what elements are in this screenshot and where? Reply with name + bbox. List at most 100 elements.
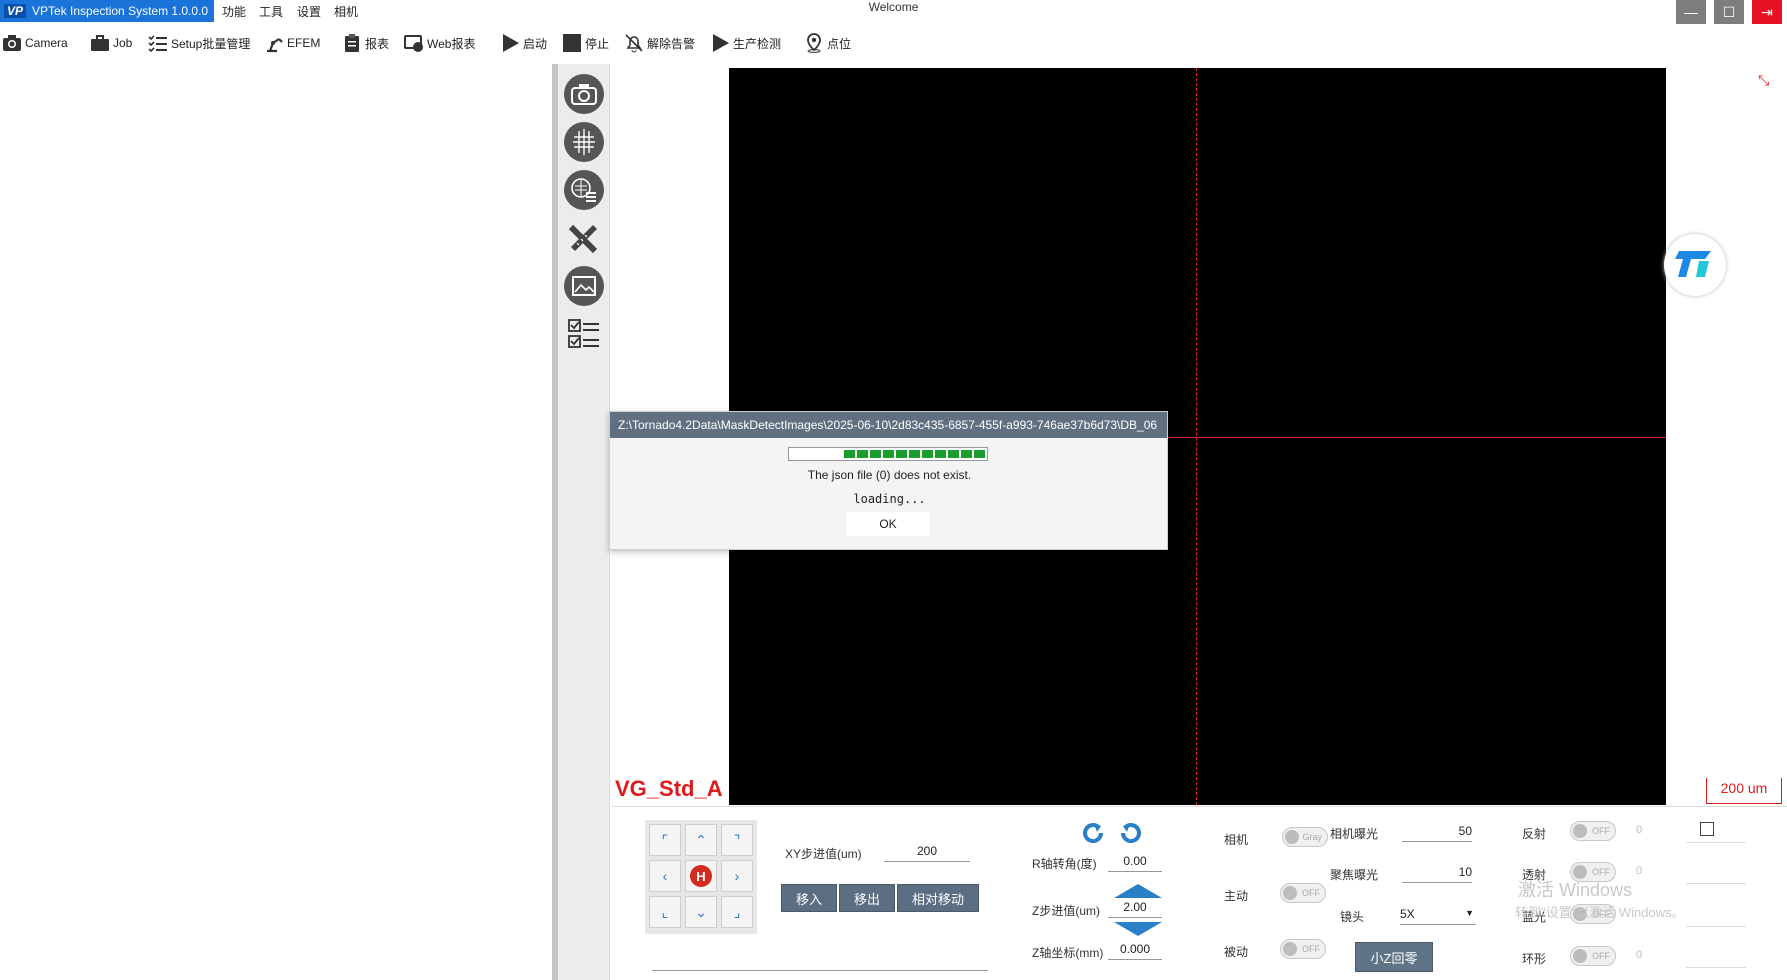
relative-move-button[interactable]: 相对移动 [897,884,979,912]
camera-exposure-input[interactable]: 50 [1402,822,1472,842]
arrow-right-icon: › [734,868,740,884]
play-icon [503,34,519,52]
side-checklist-button[interactable] [564,314,604,354]
toolbar-web-report-label: Web报表 [427,36,476,51]
toolbar: Camera Job Setup批量管理 EFEM 报表 Web报表 启动 停止… [0,26,1787,60]
ring-light-label: 环形 [1522,952,1547,966]
toolbar-camera[interactable]: Camera [2,30,68,56]
rotate-ccw-icon[interactable] [1080,820,1106,846]
maximize-button[interactable]: ☐ [1714,0,1744,24]
floating-app-button[interactable] [1664,234,1726,296]
dialog-title: Z:\Tornado4.2Data\MaskDetectImages\2025-… [610,412,1167,438]
z-step-input[interactable]: 2.00 [1108,898,1162,918]
lens-value: 5X [1400,907,1415,921]
ok-button[interactable]: OK [846,512,930,536]
blue-slider-line [1686,926,1746,927]
clipboard-icon [345,34,359,52]
ring-light-toggle[interactable]: OFF [1570,946,1616,966]
z-coord-input[interactable]: 0.000 [1108,940,1162,960]
toolbar-efem[interactable]: EFEM [264,30,320,56]
toolbar-setup[interactable]: Setup批量管理 [148,30,250,56]
camera-exposure-label: 相机曝光 [1330,827,1379,841]
expand-icon[interactable]: ⤡ [1758,72,1769,89]
web-icon [404,35,423,52]
menu-settings[interactable]: 设置 [297,3,321,20]
jog-up-left-button[interactable]: ⌜ [649,824,681,856]
side-grid-button[interactable] [564,122,604,162]
progress-segment [961,450,972,458]
toolbar-clear-alarm[interactable]: 解除告警 [624,30,695,56]
ring-slider-line [1686,967,1746,968]
stop-icon [563,34,581,52]
exit-icon: ⇥ [1761,3,1773,20]
minimize-button[interactable]: — [1676,0,1706,24]
arrow-down-icon: ⌄ [695,903,707,920]
jog-right-button[interactable]: › [721,860,753,892]
reflect-slider-line [1686,842,1746,843]
ring-light-toggle-text: OFF [1592,951,1610,961]
reflect-toggle-text: OFF [1592,826,1610,836]
ruler-pencil-icon [568,224,598,254]
small-z-home-button[interactable]: 小Z回零 [1355,942,1433,972]
progress-segment [909,450,920,458]
passive-toggle[interactable]: OFF [1280,939,1326,959]
toolbar-camera-label: Camera [25,36,68,50]
arrow-down-left-icon: ⌞ [661,903,669,920]
z-coord-label: Z轴坐标(mm) [1032,946,1104,960]
lens-select[interactable]: 5X ▼ [1400,905,1476,925]
image-icon [572,276,596,296]
briefcase-icon [91,35,109,51]
app-logo-icon: VP [4,4,27,18]
arrow-up-left-icon: ⌜ [661,831,669,848]
menu-tools[interactable]: 工具 [259,3,283,20]
close-button[interactable]: ⇥ [1752,0,1782,24]
progress-segment [844,450,855,458]
toolbar-stop[interactable]: 停止 [562,30,609,56]
minimize-icon: — [1684,4,1698,20]
activation-watermark-text: 转到"设置"以激活 Windows。 [1515,905,1685,920]
z-up-arrow-icon[interactable] [1114,884,1162,898]
menu-function[interactable]: 功能 [222,3,246,20]
jog-home-button[interactable]: H [685,860,717,892]
toolbar-job[interactable]: Job [90,30,132,56]
jog-up-button[interactable]: ⌃ [685,824,717,856]
app-badge: VP VPTek Inspection System 1.0.0.0 [0,0,214,22]
focus-exposure-input[interactable]: 10 [1402,863,1472,883]
z-step-label: Z步进值(um) [1032,904,1100,918]
toolbar-points[interactable]: 点位 [804,30,851,56]
jog-left-button[interactable]: ‹ [649,860,681,892]
play-icon [713,34,729,52]
jog-down-left-button[interactable]: ⌞ [649,896,681,928]
reflect-checkbox[interactable] [1700,822,1714,836]
side-image-button[interactable] [564,266,604,306]
xy-step-input[interactable]: 200 [884,842,970,862]
z-down-arrow-icon[interactable] [1114,922,1162,936]
progress-segment [857,450,868,458]
move-out-button[interactable]: 移出 [839,884,895,912]
progress-segment [883,450,894,458]
toolbar-report[interactable]: 报表 [342,30,389,56]
menu-camera[interactable]: 相机 [334,3,358,20]
toolbar-web-report[interactable]: Web报表 [404,30,475,56]
activation-watermark-title: 激活 Windows [1518,880,1633,900]
loading-dialog: Z:\Tornado4.2Data\MaskDetectImages\2025-… [609,411,1168,550]
side-camera-button[interactable] [564,74,604,114]
move-in-button[interactable]: 移入 [781,884,837,912]
jog-up-right-button[interactable]: ⌝ [721,824,753,856]
camera-gray-toggle[interactable]: Gray [1282,827,1328,847]
reflect-value: 0 [1636,824,1643,836]
jog-down-button[interactable]: ⌄ [685,896,717,928]
r-angle-input[interactable]: 0.00 [1108,852,1162,872]
scale-text: 200 um [1720,780,1768,796]
active-toggle[interactable]: OFF [1280,883,1326,903]
side-measure-button[interactable] [564,218,604,258]
rotate-cw-icon[interactable] [1118,820,1144,846]
toolbar-start[interactable]: 启动 [500,30,547,56]
jog-down-right-button[interactable]: ⌟ [721,896,753,928]
active-label: 主动 [1224,889,1249,903]
active-toggle-text: OFF [1302,888,1320,898]
side-wafer-list-button[interactable] [564,170,604,210]
toolbar-production-inspect[interactable]: 生产检测 [710,30,781,56]
reflect-toggle[interactable]: OFF [1570,821,1616,841]
maximize-icon: ☐ [1722,3,1736,20]
